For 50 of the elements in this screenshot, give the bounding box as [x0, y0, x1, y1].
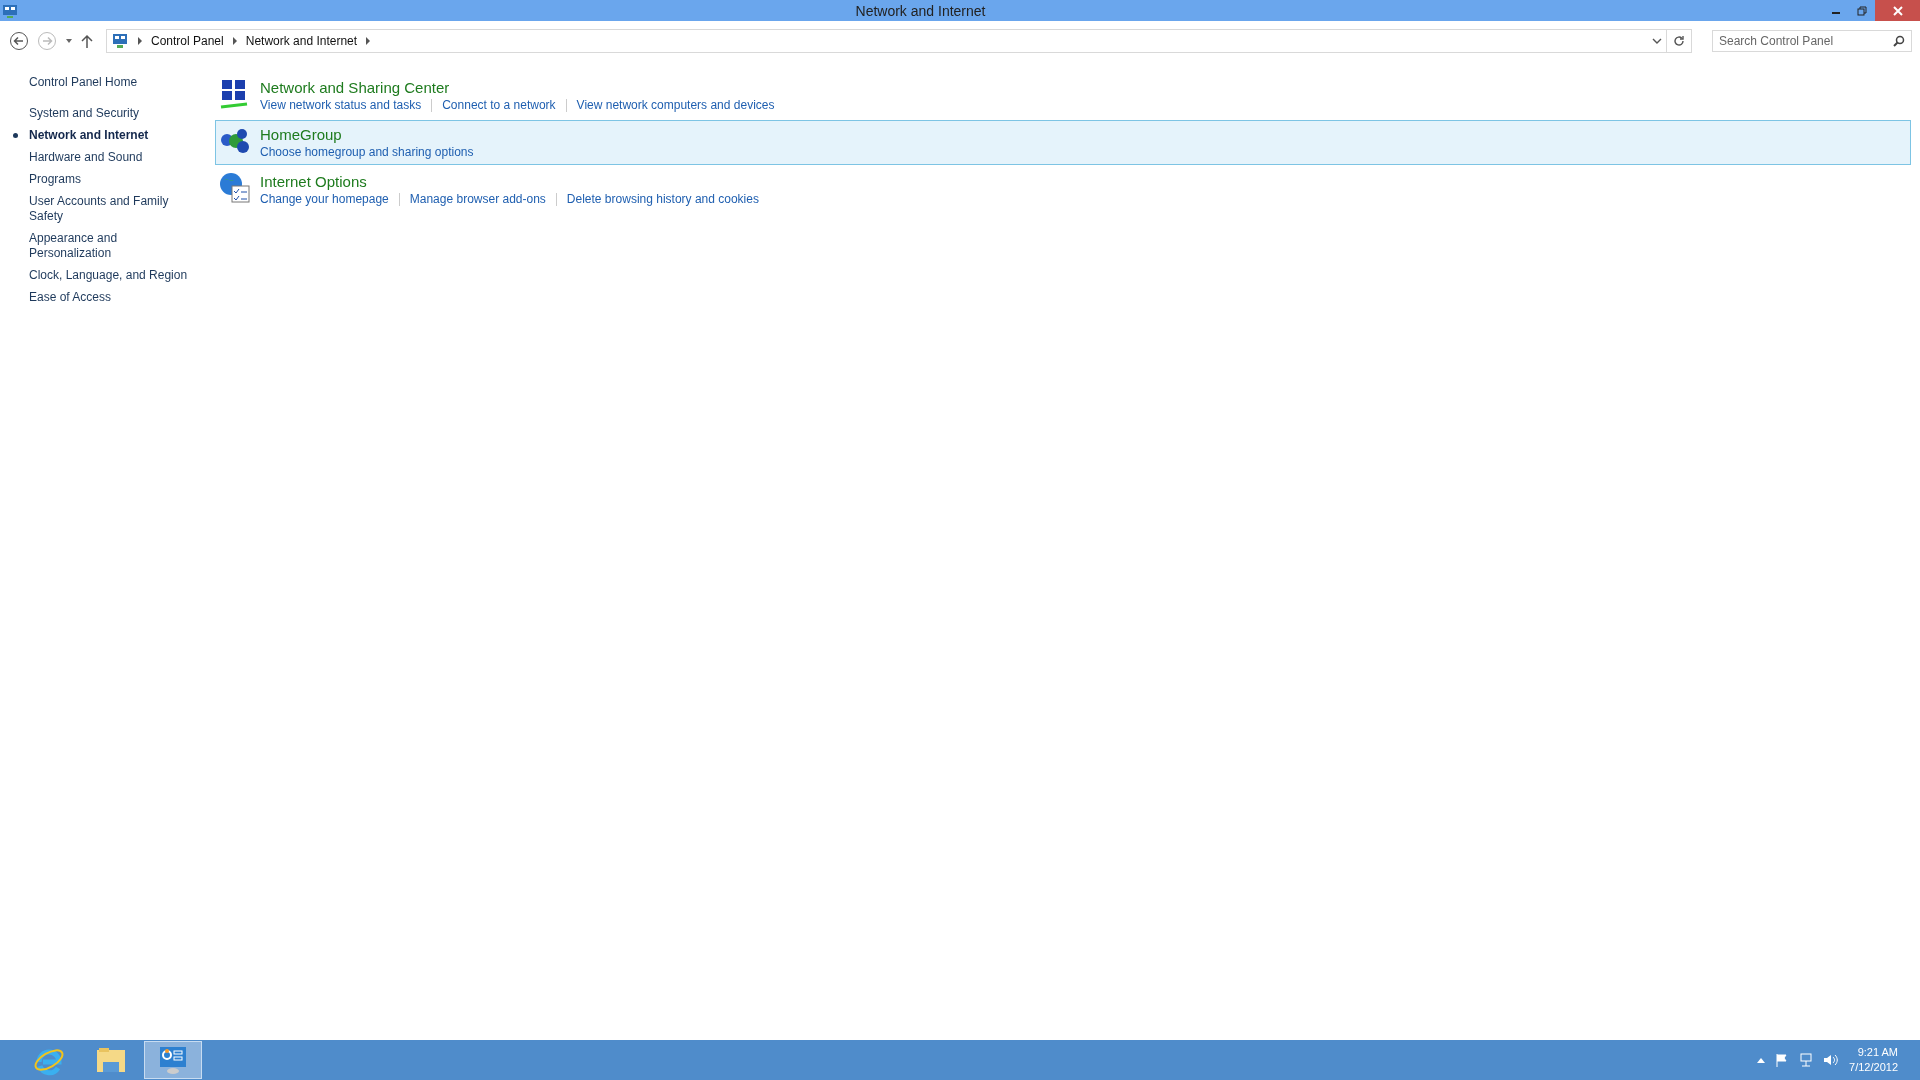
- control-panel-icon: [111, 32, 129, 50]
- sidebar-item[interactable]: Ease of Access: [29, 290, 189, 305]
- sidebar-item[interactable]: Programs: [29, 172, 189, 187]
- dropdown-icon[interactable]: [1652, 37, 1662, 45]
- sidebar-item[interactable]: System and Security: [29, 106, 189, 121]
- bullet-icon: [13, 133, 18, 138]
- breadcrumb-item[interactable]: Network and Internet: [245, 34, 358, 48]
- search-field[interactable]: Search Control Panel: [1712, 30, 1912, 52]
- clock-date[interactable]: 7/12/2012: [1849, 1060, 1898, 1075]
- breadcrumb-item[interactable]: Control Panel: [151, 34, 224, 48]
- sidebar-item[interactable]: Clock, Language, and Region: [29, 268, 189, 283]
- chevron-icon[interactable]: [137, 37, 143, 45]
- up-arrow-icon[interactable]: [80, 33, 94, 49]
- flag-icon[interactable]: [1775, 1053, 1790, 1067]
- close-button[interactable]: [1875, 0, 1920, 21]
- task-link[interactable]: Choose homegroup and sharing options: [260, 145, 474, 159]
- search-icon[interactable]: [1893, 35, 1905, 47]
- sidebar-item[interactable]: Hardware and Sound: [29, 150, 189, 165]
- sidebar-item[interactable]: Appearance and Personalization: [29, 231, 189, 261]
- clock-time[interactable]: 9:21 AM: [1857, 1045, 1898, 1060]
- show-hidden-icons-icon[interactable]: [1757, 1057, 1766, 1063]
- task-link[interactable]: Manage browser add-ons: [409, 192, 546, 206]
- task-link[interactable]: Connect to a network: [442, 98, 556, 112]
- network-icon[interactable]: [1799, 1053, 1814, 1067]
- taskbar-app-button[interactable]: [144, 1041, 202, 1079]
- task-link[interactable]: View network status and tasks: [260, 98, 422, 112]
- task-link[interactable]: Change your homepage: [260, 192, 389, 206]
- sidebar-item[interactable]: Network and Internet: [29, 128, 189, 143]
- category-title-link[interactable]: Internet Options: [260, 171, 759, 192]
- window-title: Network and Internet: [854, 2, 987, 19]
- task-link[interactable]: Delete browsing history and cookies: [566, 192, 759, 206]
- refresh-icon[interactable]: [1673, 35, 1685, 47]
- sidebar-link[interactable]: Control Panel Home: [29, 75, 213, 89]
- sidebar-item[interactable]: User Accounts and Family Safety: [29, 194, 189, 224]
- category-item[interactable]: Internet Options Change your homepage Manage browser add-ons Delete browsing history and cookies: [215, 167, 1911, 212]
- category-item[interactable]: Network and Sharing Center View network status and tasks Connect to a network View network computers and devices: [215, 73, 1911, 118]
- control-panel-icon: [157, 1044, 189, 1076]
- control-panel-icon: [2, 2, 18, 19]
- globe-document-icon: [218, 171, 252, 205]
- close-icon[interactable]: [1892, 5, 1903, 16]
- category-title-link[interactable]: Network and Sharing Center: [260, 77, 775, 98]
- chevron-icon[interactable]: [231, 37, 238, 45]
- category-title-link[interactable]: HomeGroup: [260, 124, 474, 145]
- refresh-button[interactable]: [1667, 29, 1692, 53]
- chevron-icon[interactable]: [365, 37, 372, 45]
- task-link[interactable]: View network computers and devices: [576, 98, 775, 112]
- back-button[interactable]: [8, 30, 30, 52]
- speaker-icon[interactable]: [1823, 1053, 1840, 1067]
- category-item[interactable]: HomeGroup Choose homegroup and sharing options: [215, 120, 1911, 165]
- restore-icon[interactable]: [1857, 5, 1867, 16]
